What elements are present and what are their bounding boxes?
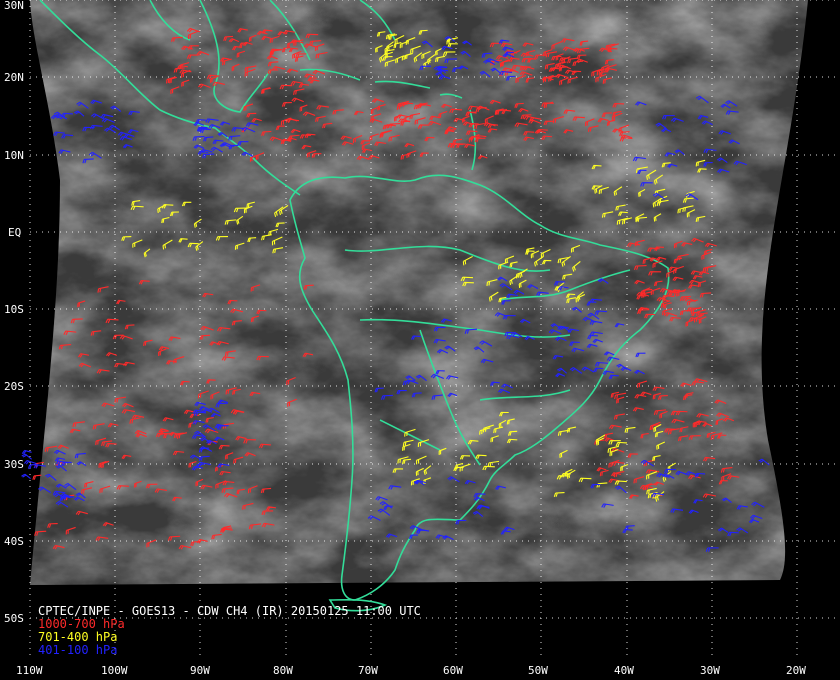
lat-label-40s: 40S — [4, 535, 24, 548]
lat-label-20n: 20N — [4, 71, 24, 84]
lat-label-30s: 30S — [4, 458, 24, 471]
lon-label-80w: 80W — [273, 664, 293, 677]
lat-label-10s: 10S — [4, 303, 24, 316]
lat-label-10n: 10N — [4, 149, 24, 162]
lat-label-50s: 50S — [4, 612, 24, 625]
lon-label-30w: 30W — [700, 664, 720, 677]
lon-label-70w: 70W — [358, 664, 378, 677]
satellite-wind-map — [21, 0, 840, 660]
lat-label-30n: 30N — [4, 0, 24, 12]
lon-label-100w: 100W — [101, 664, 128, 677]
lon-label-40w: 40W — [614, 664, 634, 677]
lon-label-20w: 20W — [786, 664, 806, 677]
legend-high-level: 401-100 hPa — [38, 643, 118, 657]
lon-label-110w: 110W — [16, 664, 43, 677]
ir-satellite-image — [30, 0, 808, 585]
lat-label-20s: 20S — [4, 380, 24, 393]
wind-barb — [21, 473, 31, 479]
lat-label-eq: EQ — [8, 226, 22, 239]
lon-label-50w: 50W — [528, 664, 548, 677]
lon-label-60w: 60W — [443, 664, 463, 677]
lon-label-90w: 90W — [190, 664, 210, 677]
